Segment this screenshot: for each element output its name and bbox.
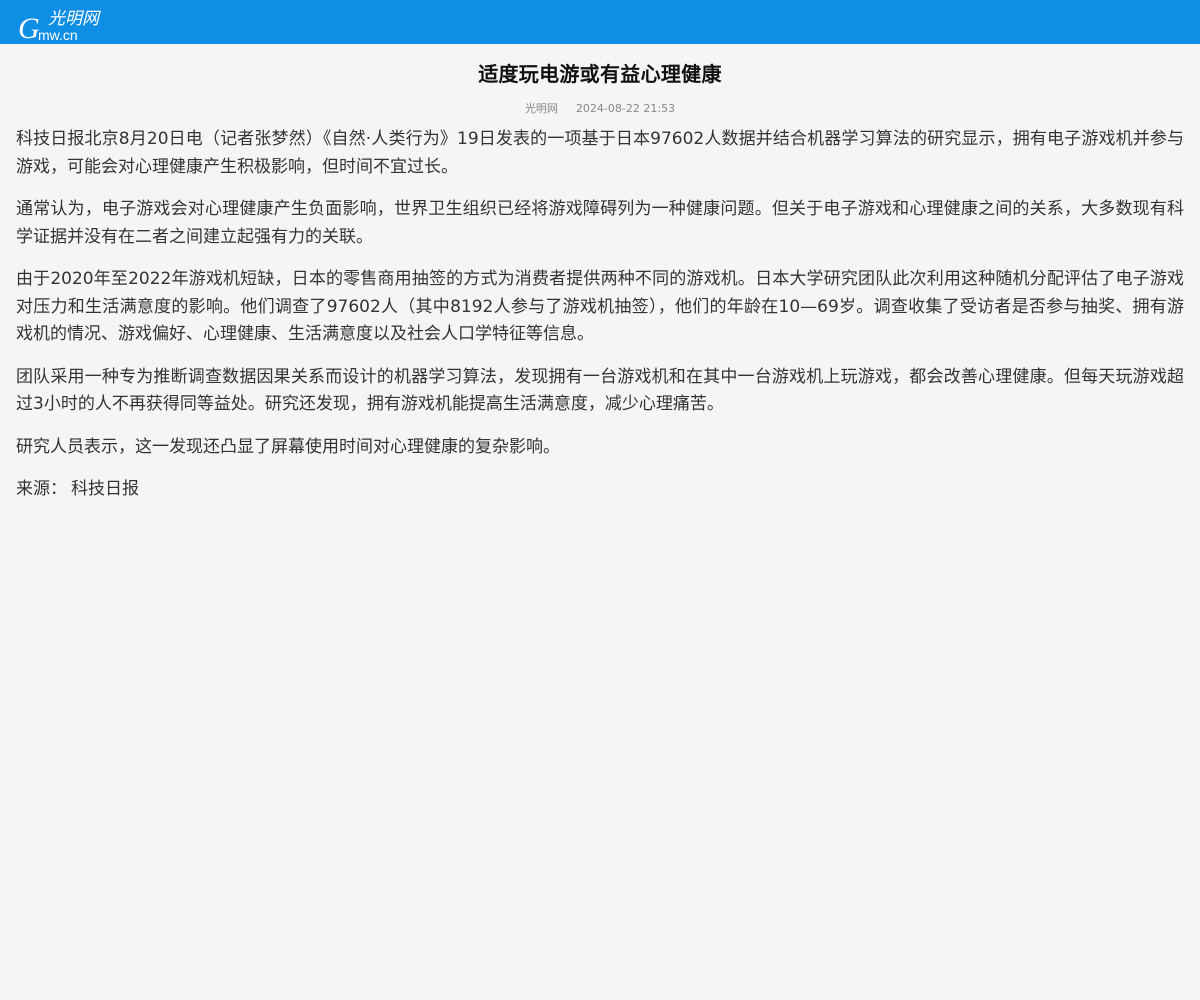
article: 适度玩电游或有益心理健康 光明网 2024-08-22 21:53 科技日报北京8… [0, 60, 1200, 504]
paragraph: 团队采用一种专为推断调查数据因果关系而设计的机器学习算法，发现拥有一台游戏机和在… [16, 366, 1184, 415]
gmw-logo[interactable]: G 光明网 mw.cn [18, 4, 110, 42]
article-title: 适度玩电游或有益心理健康 [478, 62, 722, 86]
source-label: 来源： [16, 479, 67, 499]
article-date: 2024-08-22 21:53 [575, 102, 676, 115]
article-source: 光明网 [524, 102, 558, 115]
article-meta: 光明网 2024-08-22 21:53 [16, 101, 1184, 117]
paragraph: 由于2020年至2022年游戏机短缺，日本的零售商用抽签的方式为消费者提供两种不… [16, 269, 1184, 344]
logo-chinese: 光明网 [48, 9, 101, 29]
source-value: 科技日报 [71, 479, 139, 499]
logo-domain: mw.cn [38, 27, 78, 42]
paragraph: 通常认为，电子游戏会对心理健康产生负面影响，世界卫生组织已经将游戏障碍列为一种健… [16, 199, 1184, 247]
paragraph: 研究人员表示，这一发现还凸显了屏幕使用时间对心理健康的复杂影响。 [16, 436, 560, 457]
source-attribution: 来源： 科技日报 [16, 476, 1184, 504]
logo-letter: G [18, 12, 40, 42]
top-bar: G 光明网 mw.cn [0, 0, 1200, 44]
paragraph: 科技日报北京8月20日电（记者张梦然）《自然·人类行为》19日发表的一项基于日本… [16, 129, 1184, 177]
article-body: 科技日报北京8月20日电（记者张梦然）《自然·人类行为》19日发表的一项基于日本… [16, 126, 1184, 504]
